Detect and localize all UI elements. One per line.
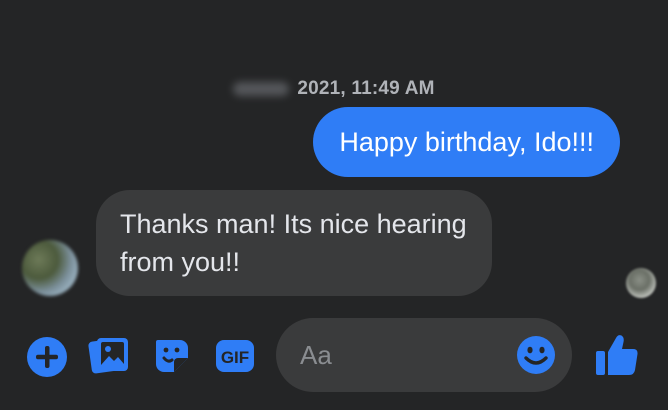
gif-button[interactable]: GIF <box>214 336 256 376</box>
more-actions-button[interactable] <box>26 336 68 378</box>
photo-icon <box>88 338 128 374</box>
gif-label: GIF <box>221 348 249 367</box>
outgoing-message-bubble[interactable]: Happy birthday, Ido!!! <box>313 107 620 177</box>
like-button[interactable] <box>594 332 640 378</box>
message-input[interactable] <box>300 318 510 392</box>
contact-avatar[interactable] <box>22 240 78 296</box>
incoming-message-bubble[interactable]: Thanks man! Its nice hearing from you!! <box>96 190 492 296</box>
message-timestamp: 2021, 11:49 AM <box>0 78 668 100</box>
plus-icon <box>27 337 67 377</box>
redacted-date <box>233 81 290 96</box>
incoming-message-text: Thanks man! Its nice hearing from you!! <box>120 209 467 277</box>
message-composer: GIF <box>0 318 668 392</box>
sticker-icon <box>156 340 188 372</box>
timestamp-text: 2021, 11:49 AM <box>297 78 435 99</box>
attach-photo-button[interactable] <box>88 334 130 376</box>
message-input-container[interactable] <box>276 318 572 392</box>
read-receipt-avatar <box>626 268 656 298</box>
chat-window: 2021, 11:49 AM Happy birthday, Ido!!! Th… <box>0 0 668 410</box>
gif-icon: GIF <box>216 340 254 372</box>
emoji-icon <box>517 336 555 374</box>
sticker-button[interactable] <box>150 334 194 378</box>
outgoing-message-text: Happy birthday, Ido!!! <box>339 127 594 157</box>
like-icon <box>596 335 638 375</box>
emoji-button[interactable] <box>516 335 556 375</box>
